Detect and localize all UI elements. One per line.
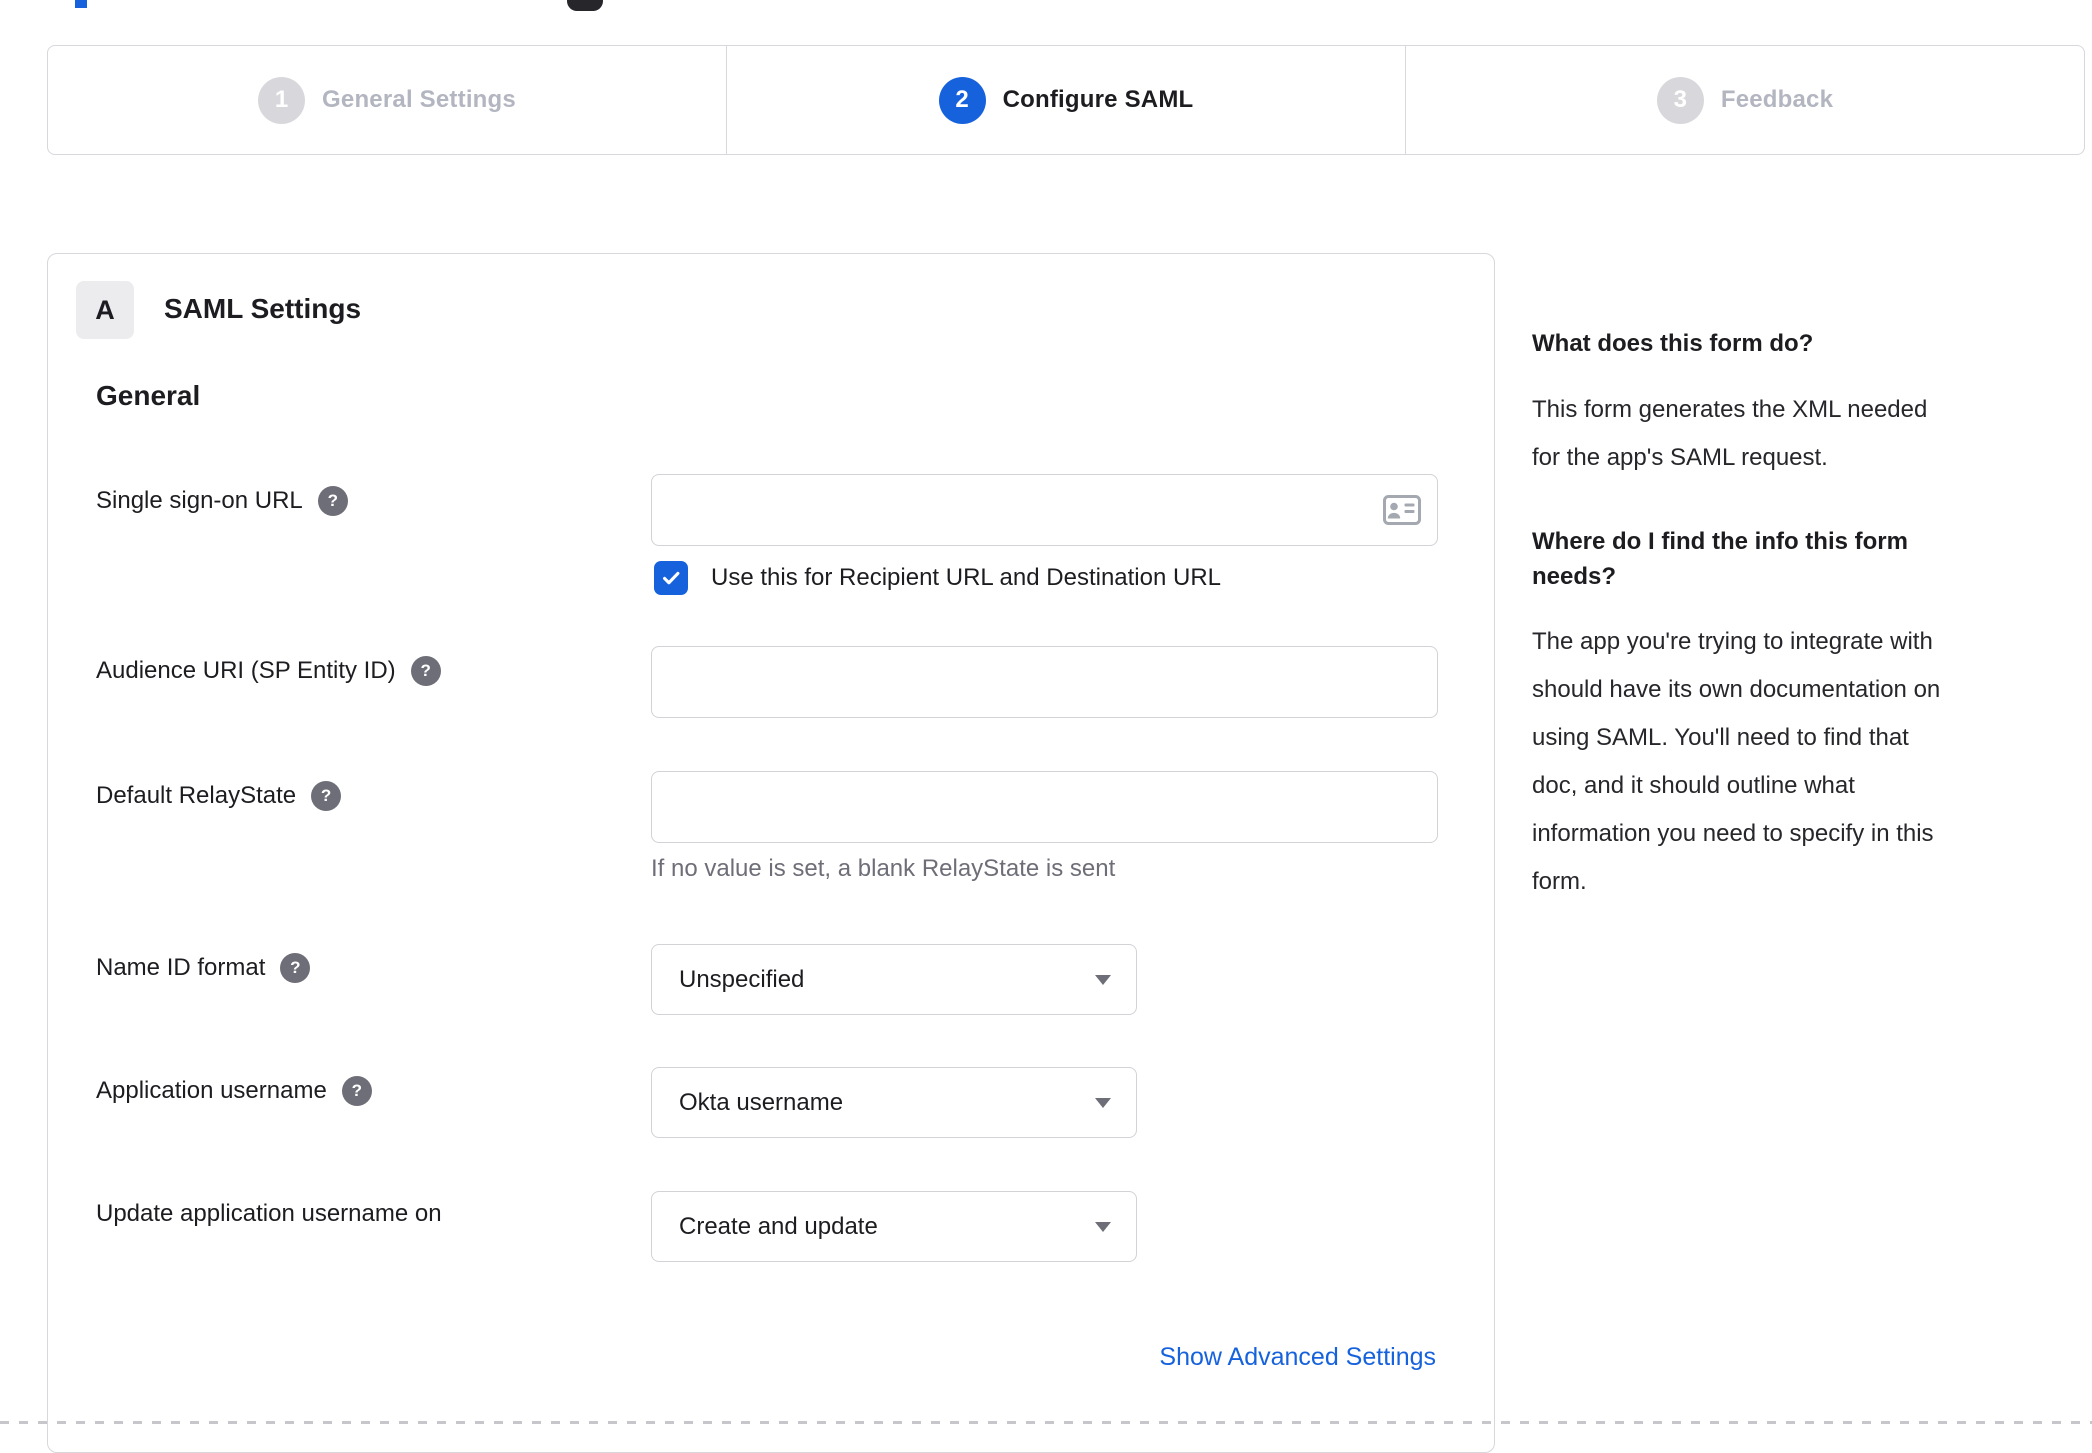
cut-off-blue-element xyxy=(75,0,87,8)
help-q2-text-line: should have its own documentation on xyxy=(1532,676,1941,703)
step-feedback[interactable]: 3 Feedback xyxy=(1405,46,2084,154)
relay-state-help-icon[interactable]: ? xyxy=(311,781,342,811)
sso-url-label: Single sign-on URL xyxy=(96,487,303,514)
update-username-value: Create and update xyxy=(679,1212,878,1240)
recipient-url-checkbox-label[interactable]: Use this for Recipient URL and Destinati… xyxy=(711,561,1221,595)
chevron-down-icon xyxy=(1095,1097,1111,1108)
help-q2-text-line: doc, and it should outline what xyxy=(1532,772,1855,799)
help-q2-text-line: using SAML. You'll need to find that xyxy=(1532,724,1909,751)
show-advanced-settings-link[interactable]: Show Advanced Settings xyxy=(1159,1343,1436,1372)
step-general-settings[interactable]: 1 General Settings xyxy=(48,46,726,154)
app-username-value: Okta username xyxy=(679,1088,844,1116)
step-3-number-badge: 3 xyxy=(1656,76,1704,124)
contact-card-icon xyxy=(1383,495,1421,525)
panel-title: SAML Settings xyxy=(164,293,362,324)
help-q2-text-line: form. xyxy=(1532,868,1587,895)
help-q2-heading: needs? xyxy=(1532,563,1617,590)
help-q2-heading: Where do I find the info this form xyxy=(1532,528,1908,555)
name-id-format-label-row: Name ID format ? xyxy=(96,950,311,986)
sso-url-input-wrap xyxy=(651,474,1438,546)
section-a-badge: A xyxy=(76,281,134,339)
app-username-label: Application username xyxy=(96,1077,327,1104)
audience-uri-label-row: Audience URI (SP Entity ID) ? xyxy=(96,653,441,689)
cut-off-logo-element xyxy=(567,0,603,11)
help-q1-heading: What does this form do? xyxy=(1532,330,1814,357)
saml-settings-panel: A SAML Settings General Single sign-on U… xyxy=(47,253,1495,1453)
step-1-label: General Settings xyxy=(322,86,516,113)
update-username-select[interactable]: Create and update xyxy=(651,1191,1137,1262)
name-id-format-value: Unspecified xyxy=(679,965,805,993)
sso-url-label-row: Single sign-on URL ? xyxy=(96,483,348,519)
update-username-label: Update application username on xyxy=(96,1200,442,1227)
help-q1-text-line: for the app's SAML request. xyxy=(1532,444,1828,471)
name-id-format-help-icon[interactable]: ? xyxy=(280,953,311,983)
audience-uri-help-icon[interactable]: ? xyxy=(410,656,441,686)
name-id-format-label: Name ID format xyxy=(96,954,266,981)
sso-url-input[interactable] xyxy=(651,474,1438,546)
chevron-down-icon xyxy=(1095,1221,1111,1232)
sso-url-help-icon[interactable]: ? xyxy=(317,486,348,516)
general-section-heading: General xyxy=(96,380,201,411)
help-q2-text-line: information you need to specify in this xyxy=(1532,820,1934,847)
relay-state-label: Default RelayState xyxy=(96,782,297,809)
help-sidebar: What does this form do? This form genera… xyxy=(1532,326,2077,906)
step-2-number-badge: 2 xyxy=(938,76,986,124)
chevron-down-icon xyxy=(1095,974,1111,985)
relay-state-hint: If no value is set, a blank RelayState i… xyxy=(651,855,1116,882)
help-q1-text-line: This form generates the XML needed xyxy=(1532,396,1928,423)
checkmark-icon xyxy=(663,571,680,585)
app-username-select[interactable]: Okta username xyxy=(651,1067,1137,1138)
recipient-url-checkbox[interactable] xyxy=(654,561,688,595)
relay-state-input[interactable] xyxy=(651,771,1438,843)
viewport-cut-dotted-edge xyxy=(0,1421,2092,1424)
step-1-number-badge: 1 xyxy=(258,76,306,124)
step-3-label: Feedback xyxy=(1720,86,1834,113)
app-username-label-row: Application username ? xyxy=(96,1073,372,1109)
audience-uri-input[interactable] xyxy=(651,646,1438,718)
app-username-help-icon[interactable]: ? xyxy=(341,1076,372,1106)
help-q2-text-line: The app you're trying to integrate with xyxy=(1532,628,1933,655)
name-id-format-select[interactable]: Unspecified xyxy=(651,944,1137,1015)
audience-uri-label: Audience URI (SP Entity ID) xyxy=(96,657,396,684)
step-configure-saml[interactable]: 2 Configure SAML xyxy=(726,46,1405,154)
step-2-label: Configure SAML xyxy=(1002,86,1194,113)
wizard-stepper: 1 General Settings 2 Configure SAML 3 Fe… xyxy=(47,45,2085,155)
relay-state-label-row: Default RelayState ? xyxy=(96,778,342,814)
update-username-label-row: Update application username on xyxy=(96,1196,442,1232)
